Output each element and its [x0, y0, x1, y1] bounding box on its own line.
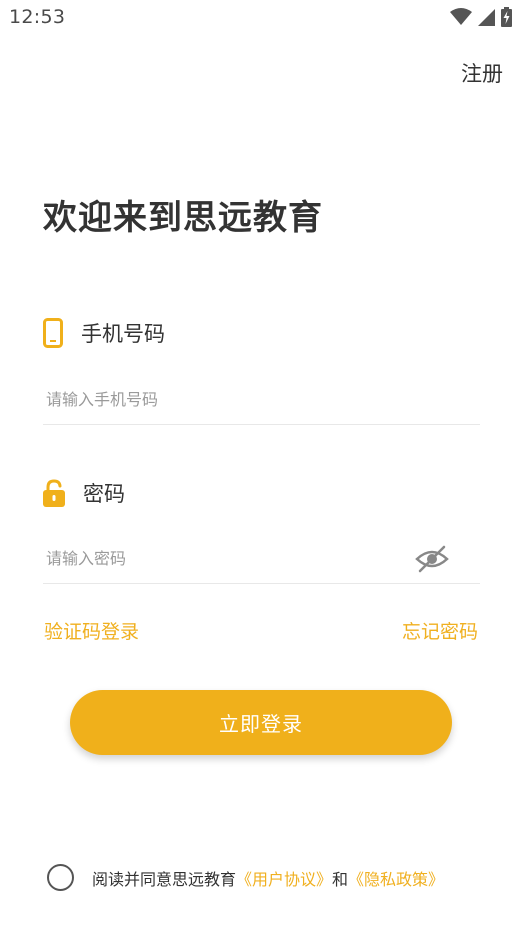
password-label: 密码: [83, 482, 125, 506]
phone-icon: [43, 318, 63, 348]
eye-off-icon[interactable]: [415, 544, 449, 574]
wifi-icon: [450, 8, 472, 25]
forgot-password-link[interactable]: 忘记密码: [402, 617, 478, 644]
phone-label: 手机号码: [81, 322, 165, 346]
agreement-conjunction: 和: [332, 869, 349, 889]
phone-input[interactable]: [43, 375, 480, 425]
login-button[interactable]: 立即登录: [70, 690, 452, 755]
phone-label-row: 手机号码: [43, 318, 165, 348]
welcome-title: 欢迎来到思远教育: [43, 198, 323, 238]
status-time: 12:53: [9, 6, 66, 28]
privacy-policy-link[interactable]: 《隐私政策》: [348, 866, 444, 890]
battery-charging-icon: [501, 7, 512, 27]
unlock-icon: [43, 479, 65, 507]
register-link[interactable]: 注册: [461, 58, 503, 88]
agreement-radio[interactable]: [47, 864, 74, 891]
signal-icon: [478, 9, 495, 26]
password-label-row: 密码: [43, 478, 125, 508]
login-screen: 12:53 注册 欢迎来到思远教育 手机号码 请输入手机号码 密码 验证码登录 …: [0, 0, 522, 929]
status-icons: [450, 7, 512, 27]
status-bar: 12:53: [0, 0, 522, 36]
user-agreement-link[interactable]: 《用户协议》: [236, 866, 332, 890]
agreement-row: 阅读并同意思远教育 《用户协议》 和 《隐私政策》: [47, 864, 444, 891]
sms-login-link[interactable]: 验证码登录: [44, 617, 139, 644]
agreement-prefix: 阅读并同意思远教育: [92, 869, 237, 889]
